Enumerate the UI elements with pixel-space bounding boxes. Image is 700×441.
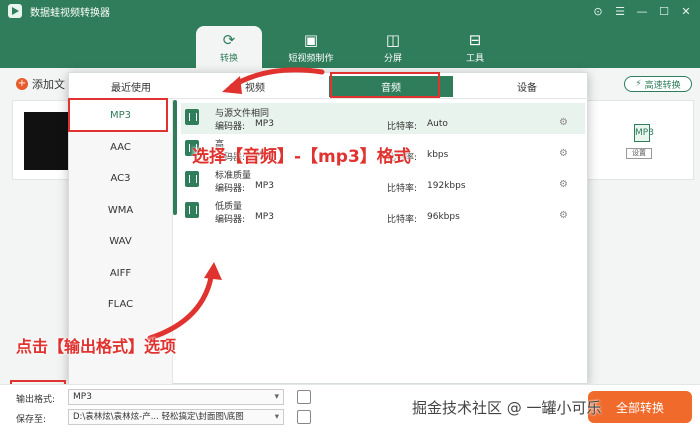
audio-file-icon — [185, 171, 199, 187]
nav-label: 转换 — [219, 53, 238, 64]
format-item-ac3[interactable]: AC3 — [69, 163, 172, 195]
format-settings-icon[interactable] — [297, 390, 311, 404]
user-icon[interactable]: ⊙ — [590, 3, 606, 19]
bitrate-value: 192kbps — [427, 181, 466, 191]
bitrate-value: Auto — [427, 119, 448, 129]
encoder-label: 编码器: — [215, 184, 246, 194]
gear-icon[interactable]: ⚙ — [559, 179, 568, 190]
format-item-aac[interactable]: AAC — [69, 132, 172, 164]
settings-button[interactable]: 设置 — [626, 148, 652, 159]
preset-name: 低质量 — [215, 202, 243, 212]
save-to-label: 保存至: — [16, 415, 47, 425]
plus-icon: + — [16, 78, 28, 90]
audio-file-icon — [185, 109, 199, 125]
output-settings: MP3 设置 — [626, 124, 658, 159]
save-path-select[interactable]: D:\袁林炫\袁林炫-产... 轻松搞定\封面图\底图 — [68, 409, 284, 425]
fast-convert-label: 高速转换 — [644, 80, 681, 91]
annotation-select-audio-mp3: 选择【音频】-【mp3】格式 — [192, 147, 411, 167]
encoder-value: MP3 — [255, 119, 274, 129]
app-title: 数据蛙视频转换器 — [30, 7, 110, 19]
gear-icon[interactable]: ⚙ — [559, 117, 568, 128]
video-thumbnail[interactable] — [24, 112, 72, 170]
gear-icon[interactable]: ⚙ — [559, 148, 568, 159]
bitrate-value: 96kbps — [427, 212, 460, 222]
tab-device[interactable]: 设备 — [465, 75, 589, 98]
encoder-label: 编码器: — [215, 122, 246, 132]
bitrate-label: 比特率: — [387, 122, 418, 132]
nav-label: 短视频制作 — [288, 53, 334, 64]
nav-label: 分屏 — [383, 53, 402, 64]
split-screen-icon: ◫ — [385, 30, 401, 49]
video-maker-icon: ▣ — [303, 30, 319, 49]
highlight-mp3-format — [68, 98, 168, 132]
main-nav: ⟳ 转换 ▣ 短视频制作 ◫ 分屏 ⊟ 工具 — [0, 22, 700, 68]
gear-icon[interactable]: ⚙ — [559, 210, 568, 221]
format-list-scrollbar[interactable] — [173, 100, 177, 215]
convert-all-button[interactable]: 全部转换 — [588, 391, 692, 423]
minimize-icon[interactable]: — — [634, 3, 650, 19]
format-category-tabs: 最近使用 视频 音频 设备 — [69, 75, 589, 99]
convert-icon: ⟳ — [222, 30, 236, 49]
watermark: 掘金技术社区 @ 一罐小可乐 — [412, 399, 602, 417]
window-controls: ⊙ ☰ — ☐ ✕ — [590, 3, 694, 19]
add-file-button[interactable]: + 添加文 — [16, 76, 65, 92]
tab-video[interactable]: 视频 — [193, 75, 317, 98]
annotation-click-output-format: 点击【输出格式】选项 — [16, 337, 177, 356]
preset-item[interactable]: 标准质量 编码器: MP3 比特率: 192kbps ⚙ — [181, 165, 585, 196]
bitrate-label: 比特率: — [387, 184, 418, 194]
format-item-wav[interactable]: WAV — [69, 226, 172, 258]
encoder-value: MP3 — [255, 181, 274, 191]
add-file-label: 添加文 — [32, 78, 65, 91]
nav-item-convert[interactable]: ⟳ 转换 — [196, 26, 262, 68]
format-chip[interactable]: MP3 — [634, 124, 654, 142]
output-format-select[interactable]: MP3 — [68, 389, 284, 405]
lightning-icon: ⚡ — [635, 79, 642, 89]
close-icon[interactable]: ✕ — [678, 3, 694, 19]
app-logo-icon — [8, 4, 22, 18]
menu-icon[interactable]: ☰ — [612, 3, 628, 19]
preset-item[interactable]: 低质量 编码器: MP3 比特率: 96kbps ⚙ — [181, 196, 585, 227]
nav-item-split-screen[interactable]: ◫ 分屏 — [360, 26, 426, 68]
toolbox-icon: ⊟ — [468, 30, 482, 49]
folder-icon[interactable] — [297, 410, 311, 424]
encoder-value: MP3 — [255, 212, 274, 222]
output-format-label: 输出格式: — [16, 395, 56, 405]
nav-item-toolbox[interactable]: ⊟ 工具 — [442, 26, 508, 68]
format-item-aiff[interactable]: AIFF — [69, 258, 172, 290]
title-bar: 数据蛙视频转换器 ⊙ ☰ — ☐ ✕ — [0, 0, 700, 22]
format-item-flac[interactable]: FLAC — [69, 289, 172, 321]
format-item-wma[interactable]: WMA — [69, 195, 172, 227]
nav-label: 工具 — [465, 53, 484, 64]
fast-convert-toggle[interactable]: ⚡ 高速转换 — [624, 76, 692, 92]
audio-file-icon — [185, 202, 199, 218]
nav-item-video-maker[interactable]: ▣ 短视频制作 — [278, 26, 344, 68]
preset-item[interactable]: 与源文件相同 编码器: MP3 比特率: Auto ⚙ — [181, 103, 585, 134]
tab-recent[interactable]: 最近使用 — [69, 75, 193, 98]
highlight-audio-tab — [330, 72, 440, 98]
preset-name: 标准质量 — [215, 171, 252, 181]
maximize-icon[interactable]: ☐ — [656, 3, 672, 19]
encoder-label: 编码器: — [215, 215, 246, 225]
preset-name: 与源文件相同 — [215, 109, 270, 119]
bitrate-value: kbps — [427, 150, 449, 160]
bitrate-label: 比特率: — [387, 215, 418, 225]
